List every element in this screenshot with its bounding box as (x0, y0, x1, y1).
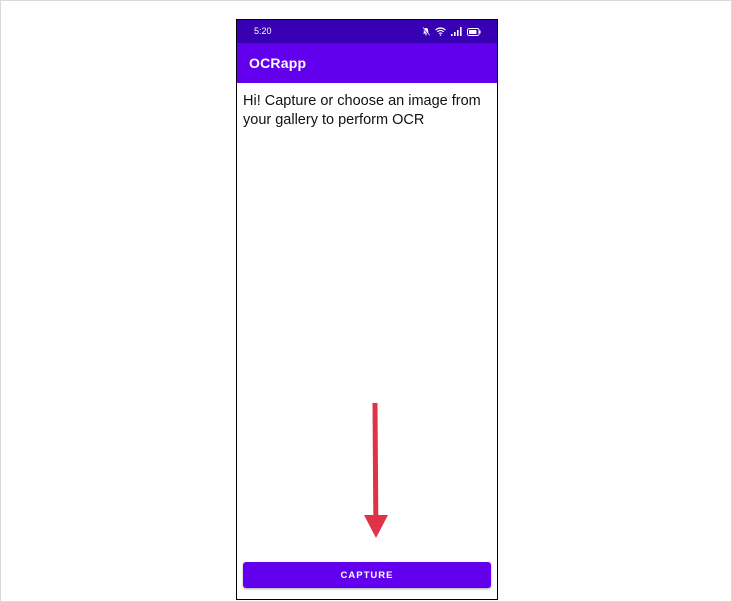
bell-off-icon (422, 27, 430, 36)
capture-button[interactable]: CAPTURE (243, 562, 491, 588)
status-time: 5:20 (254, 26, 272, 36)
app-bar: OCRapp (237, 43, 497, 83)
status-icons (422, 26, 481, 37)
status-bar: 5:20 (237, 20, 497, 43)
app-title: OCRapp (249, 55, 307, 71)
signal-icon (451, 27, 462, 36)
battery-icon (467, 27, 481, 36)
instruction-text: Hi! Capture or choose an image from your… (243, 93, 481, 128)
phone-screen: 5:20 OCRapp Hi! Capture or choose an ima… (236, 19, 498, 600)
down-arrow-icon (363, 402, 389, 544)
wifi-icon (435, 27, 446, 36)
